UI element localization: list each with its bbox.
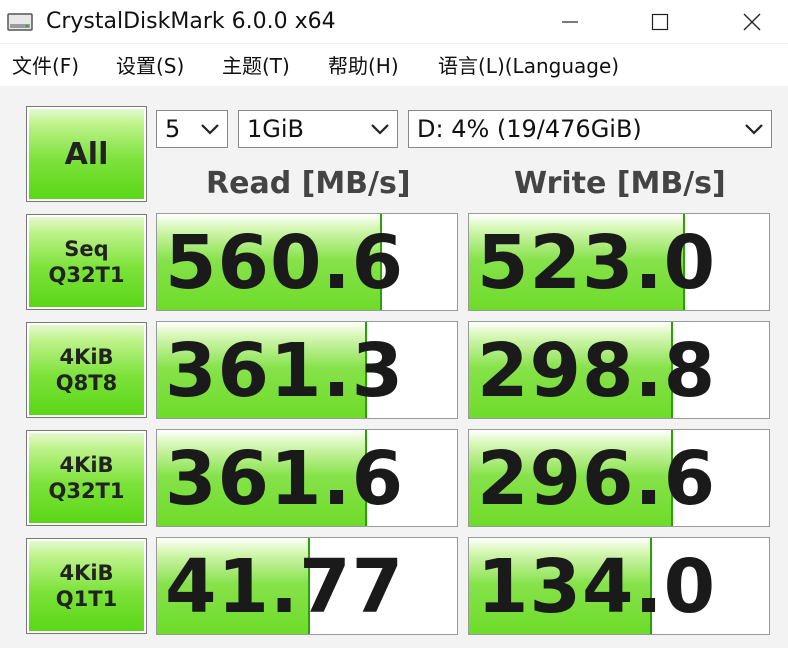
write-result: 523.0 bbox=[468, 213, 770, 311]
test-label-line1: 4KiB bbox=[59, 345, 114, 369]
test-label-line1: 4KiB bbox=[59, 453, 114, 477]
write-value: 523.0 bbox=[477, 220, 717, 306]
write-result: 134.0 bbox=[468, 537, 770, 635]
read-result: 560.6 bbox=[156, 213, 458, 311]
menu-theme[interactable]: 主题(T) bbox=[222, 52, 290, 80]
hard-drive-icon bbox=[7, 13, 33, 31]
read-result: 361.6 bbox=[156, 429, 458, 527]
close-icon bbox=[743, 13, 761, 31]
read-value: 361.6 bbox=[165, 436, 405, 522]
read-result: 361.3 bbox=[156, 321, 458, 419]
write-result: 298.8 bbox=[468, 321, 770, 419]
maximize-icon bbox=[651, 13, 669, 31]
minimize-icon bbox=[562, 21, 578, 23]
size-value: 1GiB bbox=[247, 115, 304, 143]
all-button[interactable]: All bbox=[26, 106, 147, 202]
test-button-seq-q32t1[interactable]: Seq Q32T1 bbox=[26, 214, 147, 310]
title-bar: CrystalDiskMark 6.0.0 x64 bbox=[0, 0, 788, 44]
test-label-line2: Q1T1 bbox=[55, 587, 118, 611]
window-title: CrystalDiskMark 6.0.0 x64 bbox=[46, 9, 336, 34]
test-button-4kib-q32t1[interactable]: 4KiB Q32T1 bbox=[26, 430, 147, 526]
test-label-line2: Q32T1 bbox=[48, 479, 125, 503]
minimize-button[interactable] bbox=[540, 0, 600, 44]
chevron-down-icon bbox=[371, 124, 389, 135]
test-button-4kib-q8t8[interactable]: 4KiB Q8T8 bbox=[26, 322, 147, 418]
test-button-4kib-q1t1[interactable]: 4KiB Q1T1 bbox=[26, 538, 147, 634]
menu-bar: 文件(F) 设置(S) 主题(T) 帮助(H) 语言(L)(Language) bbox=[0, 44, 788, 86]
test-label-line1: 4KiB bbox=[59, 561, 114, 585]
drive-value: D: 4% (19/476GiB) bbox=[417, 115, 642, 143]
all-button-label: All bbox=[64, 136, 109, 172]
write-result: 296.6 bbox=[468, 429, 770, 527]
menu-language[interactable]: 语言(L)(Language) bbox=[438, 52, 619, 80]
close-button[interactable] bbox=[722, 0, 782, 44]
read-value: 41.77 bbox=[165, 544, 405, 630]
count-select[interactable]: 5 bbox=[156, 110, 228, 148]
count-value: 5 bbox=[165, 115, 181, 143]
size-select[interactable]: 1GiB bbox=[238, 110, 398, 148]
main-panel: All 5 1GiB D: 4% (19/476GiB) Read [MB/s]… bbox=[0, 86, 788, 648]
write-header: Write [MB/s] bbox=[514, 166, 726, 201]
drive-select[interactable]: D: 4% (19/476GiB) bbox=[408, 110, 772, 148]
read-value: 361.3 bbox=[165, 328, 405, 414]
write-value: 298.8 bbox=[477, 328, 717, 414]
write-value: 134.0 bbox=[477, 544, 717, 630]
menu-file[interactable]: 文件(F) bbox=[12, 52, 79, 80]
menu-settings[interactable]: 设置(S) bbox=[116, 52, 184, 80]
test-label-line1: Seq bbox=[64, 237, 109, 261]
write-value: 296.6 bbox=[477, 436, 717, 522]
read-header: Read [MB/s] bbox=[206, 166, 411, 201]
test-label-line2: Q8T8 bbox=[55, 371, 118, 395]
maximize-button[interactable] bbox=[630, 0, 690, 44]
chevron-down-icon bbox=[745, 124, 763, 135]
read-result: 41.77 bbox=[156, 537, 458, 635]
read-value: 560.6 bbox=[165, 220, 405, 306]
chevron-down-icon bbox=[201, 124, 219, 135]
test-label-line2: Q32T1 bbox=[48, 263, 125, 287]
menu-help[interactable]: 帮助(H) bbox=[328, 52, 399, 80]
